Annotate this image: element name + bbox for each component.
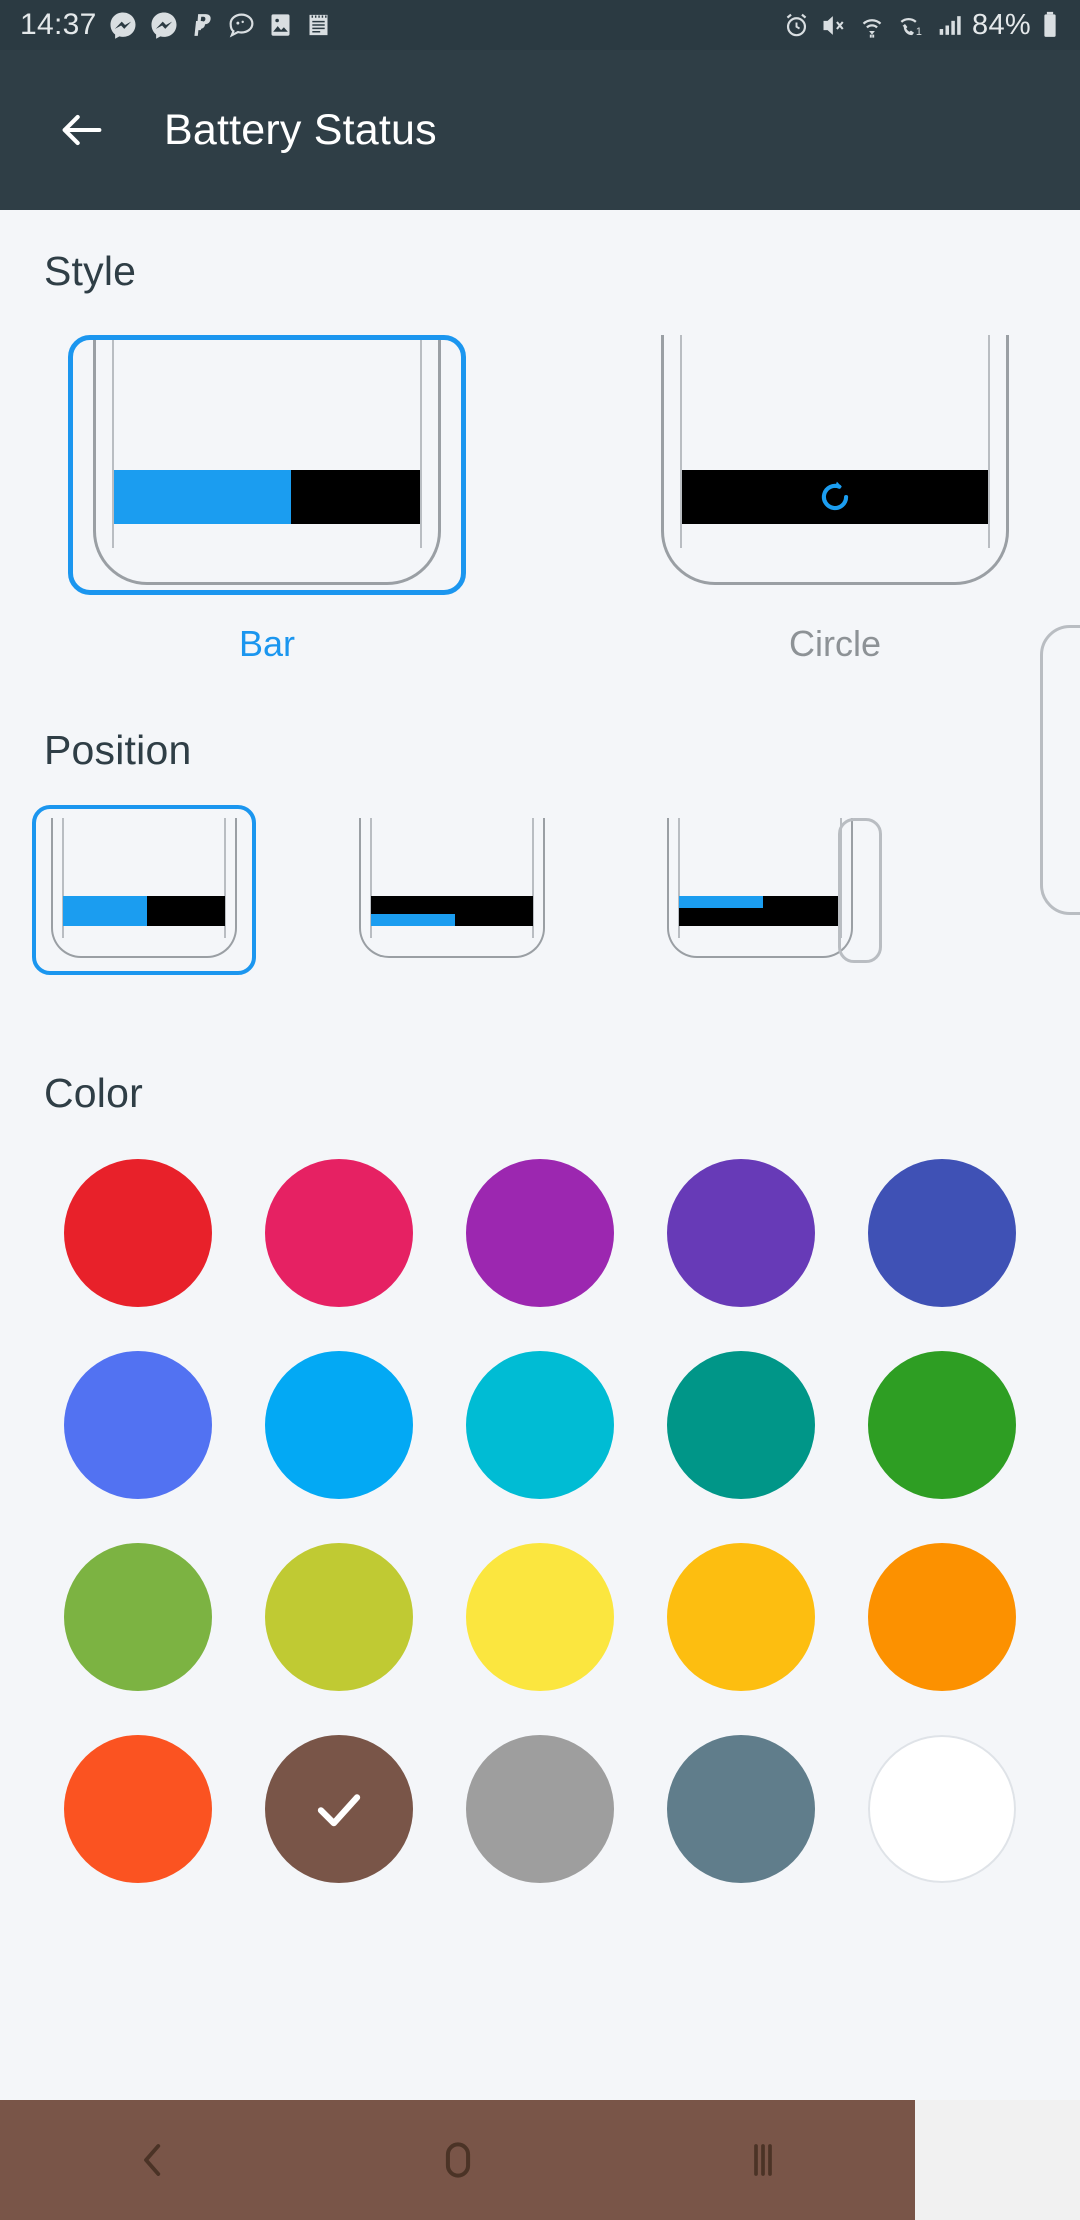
selection-frame — [68, 335, 466, 595]
messenger-icon — [151, 12, 177, 39]
notes-icon — [309, 14, 328, 36]
wifi-icon — [862, 18, 882, 38]
selection-frame — [340, 805, 564, 975]
color-blue-grey[interactable] — [666, 1735, 815, 1883]
paypal-icon — [194, 14, 211, 36]
home-circle-icon — [445, 2142, 470, 2178]
color-blue[interactable] — [64, 1351, 213, 1499]
style-option-bar[interactable]: Bar — [68, 335, 466, 664]
call-wifi-icon: 1 — [900, 17, 922, 38]
color-pink[interactable] — [265, 1159, 414, 1307]
color-red[interactable] — [64, 1159, 213, 1307]
mute-vibrate-icon — [823, 15, 844, 35]
app-bar: Battery Status — [0, 50, 1080, 210]
color-green[interactable] — [867, 1351, 1016, 1499]
style-option-circle[interactable]: Circle — [636, 335, 1034, 664]
color-yellow[interactable] — [465, 1543, 614, 1691]
battery-icon — [1044, 11, 1056, 37]
svg-text:1: 1 — [916, 26, 922, 38]
alarm-icon — [786, 13, 807, 36]
back-button[interactable] — [48, 96, 116, 164]
nav-bar-filler — [915, 2100, 1080, 2220]
arrow-left-icon — [62, 114, 102, 146]
color-orange[interactable] — [867, 1543, 1016, 1691]
color-deep-orange[interactable] — [64, 1735, 213, 1883]
color-grey[interactable] — [465, 1735, 614, 1883]
style-section-heading: Style — [44, 248, 137, 294]
check-icon — [318, 1794, 361, 1827]
color-purple[interactable] — [465, 1159, 614, 1307]
color-brown[interactable] — [265, 1735, 414, 1883]
gallery-icon — [271, 14, 290, 36]
color-white[interactable] — [867, 1735, 1016, 1883]
color-swatch-grid[interactable] — [0, 1159, 1080, 1883]
position-option-overflow-peek[interactable] — [838, 818, 882, 963]
system-nav-bar — [0, 2100, 915, 2220]
style-option-label: Circle — [788, 623, 881, 664]
chat-bubble-icon — [229, 13, 254, 37]
status-bar: 14:37 1 84% — [0, 0, 1080, 50]
status-bar-right: 1 84% — [782, 9, 1060, 42]
color-light-green[interactable] — [64, 1543, 213, 1691]
position-option-top[interactable] — [660, 818, 882, 963]
position-section-heading: Position — [44, 727, 192, 773]
selection-frame — [636, 335, 1034, 595]
battery-percent: 84% — [972, 8, 1031, 41]
recents-bars-icon — [753, 2144, 772, 2176]
position-option-full[interactable] — [32, 805, 256, 975]
color-section-heading: Color — [44, 1070, 143, 1116]
selection-frame — [32, 805, 256, 975]
page-title: Battery Status — [164, 105, 437, 154]
color-lime[interactable] — [265, 1543, 414, 1691]
color-amber[interactable] — [666, 1543, 815, 1691]
position-options-row[interactable] — [0, 805, 1080, 1008]
signal-bars-icon — [939, 15, 961, 35]
position-option-bottom[interactable] — [352, 818, 552, 963]
color-cyan[interactable] — [465, 1351, 614, 1499]
chevron-left-icon — [143, 2144, 160, 2176]
nav-home-button[interactable] — [398, 2100, 518, 2220]
nav-back-button[interactable] — [93, 2100, 213, 2220]
color-indigo[interactable] — [867, 1159, 1016, 1307]
color-deep-purple[interactable] — [666, 1159, 815, 1307]
color-teal[interactable] — [666, 1351, 815, 1499]
color-light-blue[interactable] — [265, 1351, 414, 1499]
status-bar-left: 14:37 — [20, 8, 332, 42]
style-option-label: Bar — [238, 623, 296, 664]
messenger-icon — [110, 12, 136, 39]
nav-recents-button[interactable] — [703, 2100, 823, 2220]
style-options-row[interactable]: Bar Circle — [0, 335, 1080, 915]
status-time: 14:37 — [20, 8, 97, 41]
settings-content: Style Bar Circle Position Color — [0, 210, 1080, 2100]
